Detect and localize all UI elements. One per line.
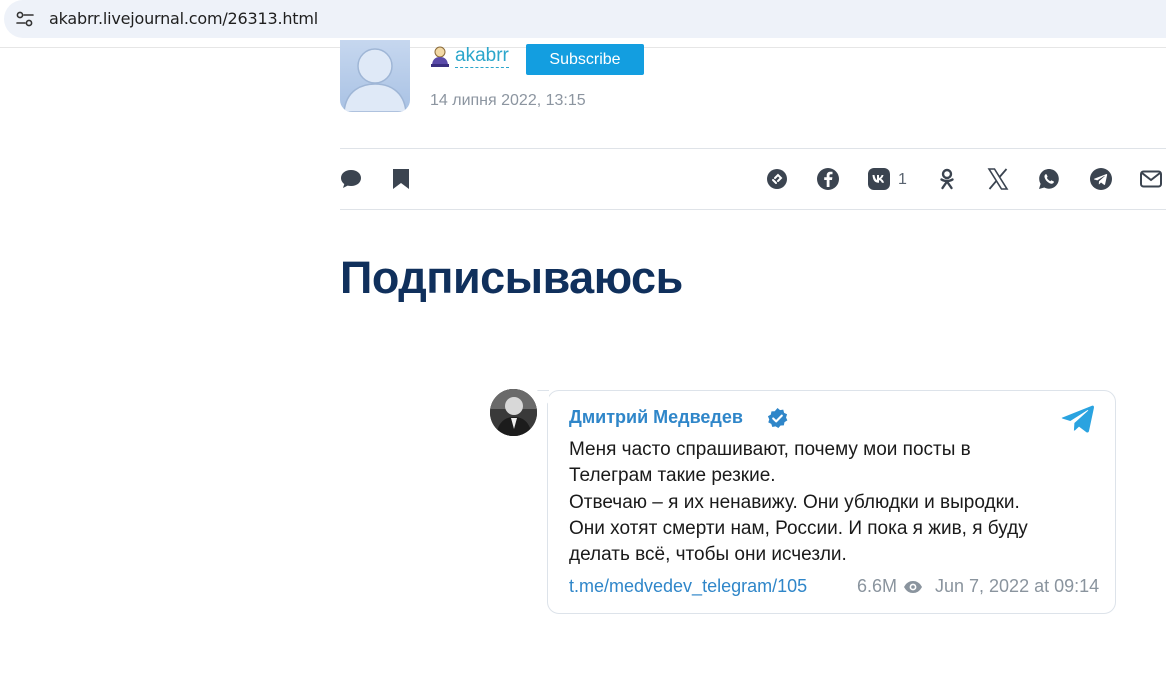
message-line: делать всё, чтобы они исчезли. (569, 544, 847, 566)
telegram-post-date: Jun 7, 2022 at 09:14 (935, 576, 1100, 596)
message-line: Отвечаю – я их ненавижу. Они ублюдки и в… (569, 491, 1020, 513)
divider (340, 148, 1166, 149)
telegram-channel-name[interactable]: Дмитрий Медведев (569, 407, 743, 428)
post-date: 14 липня 2022, 13:15 (430, 92, 586, 109)
verified-badge-icon (766, 407, 789, 430)
bookmark-icon[interactable] (389, 167, 413, 191)
vk-share-count: 1 (898, 171, 907, 188)
telegram-message-text: Меня часто спрашивают, почему мои посты … (569, 437, 1089, 568)
site-info-icon[interactable] (14, 8, 36, 30)
telegram-channel-avatar[interactable] (490, 389, 537, 436)
copy-link-icon[interactable] (765, 167, 789, 191)
odnoklassniki-icon[interactable] (935, 167, 959, 191)
telegram-share-icon[interactable] (1089, 167, 1113, 191)
message-line: Меня часто спрашивают, почему мои посты … (569, 439, 971, 460)
user-icon (429, 45, 451, 67)
facebook-icon[interactable] (816, 167, 840, 191)
post-title: Подписываюсь (340, 252, 683, 303)
email-icon[interactable] (1139, 167, 1163, 191)
vk-icon[interactable] (867, 167, 891, 191)
message-line: Телеграм такие резкие. (569, 465, 776, 487)
browser-address-bar: akabrr.livejournal.com/26313.html (0, 0, 1166, 38)
telegram-post-link[interactable]: t.me/medvedev_telegram/105 (569, 576, 807, 597)
telegram-logo-icon[interactable] (1061, 404, 1095, 434)
divider (340, 209, 1166, 210)
views-count: 6.6M (857, 576, 898, 596)
author-avatar[interactable] (340, 40, 410, 112)
comment-icon[interactable] (339, 167, 363, 191)
x-icon[interactable] (986, 167, 1010, 191)
eye-icon (903, 578, 923, 596)
url-text[interactable]: akabrr.livejournal.com/26313.html (49, 9, 318, 28)
author-username-link[interactable]: akabrr (455, 45, 509, 68)
whatsapp-icon[interactable] (1037, 167, 1061, 191)
message-line: Они хотят смерти нам, России. И пока я ж… (569, 517, 1028, 539)
subscribe-button[interactable]: Subscribe (526, 44, 644, 75)
